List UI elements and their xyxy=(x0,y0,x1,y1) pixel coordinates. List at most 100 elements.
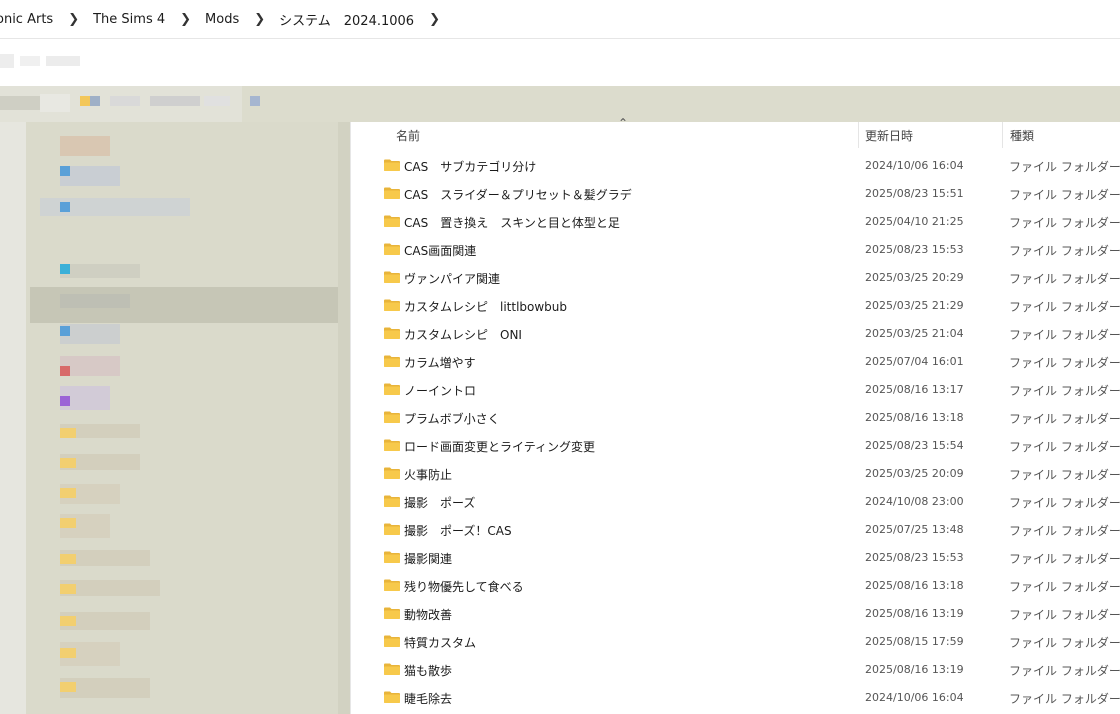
chevron-right-icon[interactable]: ❯ xyxy=(254,12,265,27)
table-row[interactable]: 撮影 ポーズ 2024/10/08 23:00 ファイル フォルダー xyxy=(362,488,1120,516)
row-name: 睫毛除去 xyxy=(404,692,453,706)
row-date: 2025/08/23 15:51 xyxy=(865,187,964,200)
table-row[interactable]: ノーイントロ 2025/08/16 13:17 ファイル フォルダー xyxy=(362,376,1120,404)
row-name: 猫も散歩 xyxy=(404,664,453,678)
row-name: ノーイントロ xyxy=(404,384,477,398)
blurred-folder-icon xyxy=(60,682,76,692)
row-type: ファイル フォルダー xyxy=(1009,160,1120,174)
row-name: 火事防止 xyxy=(404,468,453,482)
table-row[interactable]: CAS 置き換え スキンと目と体型と足 2025/04/10 21:25 ファイ… xyxy=(362,208,1120,236)
navigation-pane[interactable] xyxy=(0,122,350,714)
row-type: ファイル フォルダー xyxy=(1009,188,1120,202)
row-date: 2024/10/06 16:04 xyxy=(865,691,964,704)
table-row[interactable]: ロード画面変更とライティング変更 2025/08/23 15:54 ファイル フ… xyxy=(362,432,1120,460)
file-rows: CAS サブカテゴリ分け 2024/10/06 16:04 ファイル フォルダー… xyxy=(362,152,1120,712)
breadcrumb-item-electronic-arts[interactable]: onic Arts xyxy=(0,12,53,27)
table-row[interactable]: カラム増やす 2025/07/04 16:01 ファイル フォルダー xyxy=(362,348,1120,376)
blurred-folder-icon xyxy=(60,518,76,528)
blurred-block xyxy=(90,96,100,106)
table-row[interactable]: 残り物優先して食べる 2025/08/16 13:18 ファイル フォルダー xyxy=(362,572,1120,600)
chevron-right-icon[interactable]: ❯ xyxy=(429,12,440,27)
blurred-folder-icon xyxy=(60,616,76,626)
column-header-type[interactable]: 種類 xyxy=(1010,127,1034,144)
folder-icon xyxy=(384,663,400,675)
blurred-nav-item[interactable] xyxy=(60,294,130,308)
row-date: 2024/10/08 23:00 xyxy=(865,495,964,508)
row-date: 2025/08/16 13:18 xyxy=(865,579,964,592)
table-row[interactable]: カスタムレシピ ONI 2025/03/25 21:04 ファイル フォルダー xyxy=(362,320,1120,348)
row-type: ファイル フォルダー xyxy=(1009,300,1120,314)
row-date: 2025/08/16 13:19 xyxy=(865,607,964,620)
row-date: 2025/08/16 13:19 xyxy=(865,663,964,676)
column-divider[interactable] xyxy=(858,122,859,148)
folder-icon xyxy=(384,635,400,647)
table-row[interactable]: 動物改善 2025/08/16 13:19 ファイル フォルダー xyxy=(362,600,1120,628)
row-name: 撮影 ポーズ！CAS xyxy=(404,524,512,538)
row-date: 2025/07/25 13:48 xyxy=(865,523,964,536)
folder-icon xyxy=(384,383,400,395)
row-type: ファイル フォルダー xyxy=(1009,356,1120,370)
blurred-folder-icon xyxy=(60,584,76,594)
chevron-right-icon[interactable]: ❯ xyxy=(180,12,191,27)
blurred-strip-left xyxy=(0,86,260,122)
folder-icon xyxy=(384,495,400,507)
blurred-nav-icon xyxy=(60,166,70,176)
breadcrumb-item-current-folder[interactable]: システム 2024.1006 xyxy=(279,10,414,29)
row-date: 2025/08/23 15:54 xyxy=(865,439,964,452)
column-header-name[interactable]: 名前 xyxy=(396,127,420,144)
sort-up-icon: ⌃ xyxy=(618,116,629,130)
table-row[interactable]: プラムボブ小さく 2025/08/16 13:18 ファイル フォルダー xyxy=(362,404,1120,432)
row-type: ファイル フォルダー xyxy=(1009,244,1120,258)
table-row[interactable]: 撮影 ポーズ！CAS 2025/07/25 13:48 ファイル フォルダー xyxy=(362,516,1120,544)
table-row[interactable]: 特質カスタム 2025/08/15 17:59 ファイル フォルダー xyxy=(362,628,1120,656)
chevron-right-icon[interactable]: ❯ xyxy=(68,12,79,27)
row-date: 2025/03/25 20:09 xyxy=(865,467,964,480)
navigation-scrollbar[interactable] xyxy=(338,122,350,714)
row-date: 2025/08/16 13:18 xyxy=(865,411,964,424)
row-name: ロード画面変更とライティング変更 xyxy=(404,440,596,454)
blurred-block xyxy=(250,96,260,106)
table-row[interactable]: CAS スライダー＆プリセット＆髪グラデ 2025/08/23 15:51 ファ… xyxy=(362,180,1120,208)
blurred-nav-item[interactable] xyxy=(60,264,140,278)
table-row[interactable]: CAS サブカテゴリ分け 2024/10/06 16:04 ファイル フォルダー xyxy=(362,152,1120,180)
table-row[interactable]: 撮影関連 2025/08/23 15:53 ファイル フォルダー xyxy=(362,544,1120,572)
row-name: 動物改善 xyxy=(404,608,453,622)
table-row[interactable]: 猫も散歩 2025/08/16 13:19 ファイル フォルダー xyxy=(362,656,1120,684)
row-type: ファイル フォルダー xyxy=(1009,524,1120,538)
row-name: CAS画面関連 xyxy=(404,244,477,258)
column-divider[interactable] xyxy=(1002,122,1003,148)
blurred-block xyxy=(150,96,200,106)
blurred-nav-item[interactable] xyxy=(60,136,110,156)
table-row[interactable]: CAS画面関連 2025/08/23 15:53 ファイル フォルダー xyxy=(362,236,1120,264)
blurred-nav-icon xyxy=(60,396,70,406)
row-type: ファイル フォルダー xyxy=(1009,468,1120,482)
blurred-nav-icon xyxy=(60,264,70,274)
row-name: プラムボブ小さく xyxy=(404,412,500,426)
row-date: 2025/08/23 15:53 xyxy=(865,243,964,256)
row-type: ファイル フォルダー xyxy=(1009,608,1120,622)
blurred-nav-icon xyxy=(60,202,70,212)
folder-icon xyxy=(384,579,400,591)
table-row[interactable]: 火事防止 2025/03/25 20:09 ファイル フォルダー xyxy=(362,460,1120,488)
row-name: カスタムレシピ ONI xyxy=(404,328,522,342)
column-header-date[interactable]: 更新日時 xyxy=(865,127,913,144)
breadcrumb-item-mods[interactable]: Mods xyxy=(205,12,239,27)
folder-icon xyxy=(384,691,400,703)
row-date: 2025/07/04 16:01 xyxy=(865,355,964,368)
row-type: ファイル フォルダー xyxy=(1009,552,1120,566)
blurred-folder-icon xyxy=(60,648,76,658)
row-type: ファイル フォルダー xyxy=(1009,328,1120,342)
blurred-folder-icon xyxy=(60,458,76,468)
table-row[interactable]: ヴァンパイア関連 2025/03/25 20:29 ファイル フォルダー xyxy=(362,264,1120,292)
folder-icon xyxy=(384,215,400,227)
blurred-block xyxy=(80,96,90,106)
blurred-nav-icon xyxy=(60,366,70,376)
breadcrumb: onic Arts ❯ The Sims 4 ❯ Mods ❯ システム 202… xyxy=(0,0,1120,39)
table-row[interactable]: カスタムレシピ littlbowbub 2025/03/25 21:29 ファイ… xyxy=(362,292,1120,320)
breadcrumb-item-the-sims-4[interactable]: The Sims 4 xyxy=(93,12,165,27)
row-name: カラム増やす xyxy=(404,356,476,370)
table-row[interactable]: 睫毛除去 2024/10/06 16:04 ファイル フォルダー xyxy=(362,684,1120,712)
blurred-folder-icon xyxy=(60,554,76,564)
file-list: ⌃ 名前 更新日時 種類 CAS サブカテゴリ分け 2024/10/06 16:… xyxy=(362,116,1120,714)
blurred-block xyxy=(204,96,230,106)
